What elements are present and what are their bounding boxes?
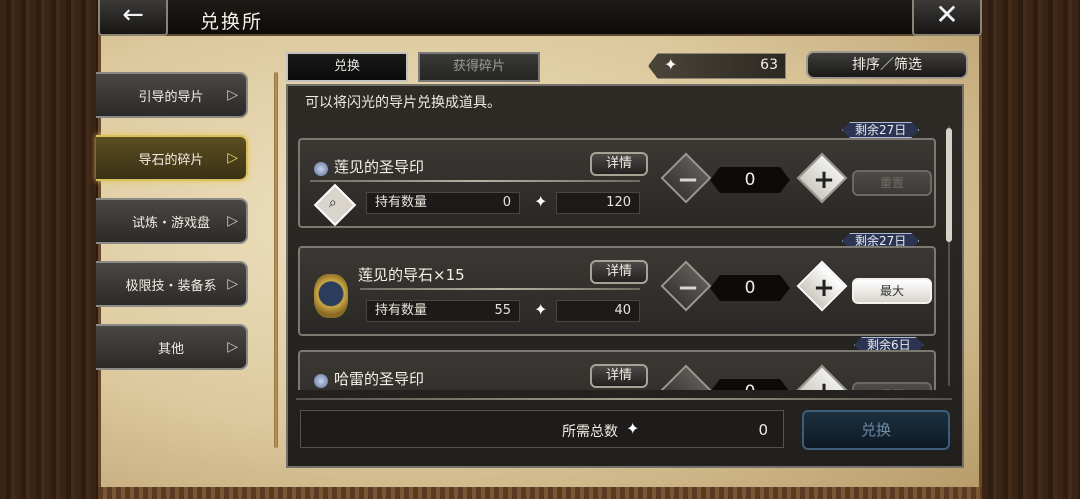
increase-button[interactable]: + bbox=[796, 260, 848, 312]
total-label: 所需总数 bbox=[562, 424, 618, 440]
sidebar-item-label: 极限技・装备系 bbox=[125, 278, 217, 294]
owned-label: 持有数量 bbox=[375, 195, 428, 210]
sidebar-item-label: 试炼・游戏盘 bbox=[131, 215, 210, 231]
left-wood-border bbox=[0, 0, 98, 499]
chevron-right-icon: ▷ bbox=[227, 213, 238, 229]
item-list: 剩余27日 莲见的圣导印 详情 ⌕ 持有数量 0 ✦ 120 − 0 + 重置 … bbox=[292, 116, 952, 390]
shard-icon: ✦ bbox=[626, 419, 640, 438]
chevron-right-icon: ▷ bbox=[227, 87, 238, 103]
exchange-button[interactable]: 兑换 bbox=[802, 410, 950, 450]
seal-icon bbox=[314, 162, 328, 176]
right-wood-border bbox=[982, 0, 1080, 499]
currency-value: 63 bbox=[760, 57, 778, 73]
guide-stone-icon bbox=[314, 274, 348, 318]
back-arrow-icon: ← bbox=[122, 0, 144, 30]
remaining-days-badge: 剩余27日 bbox=[842, 122, 919, 138]
minus-icon: − bbox=[677, 165, 699, 196]
sort-filter-button[interactable]: 排序／筛选 bbox=[806, 51, 968, 79]
back-button[interactable]: ← bbox=[98, 0, 168, 36]
page-title: 兑换所 bbox=[200, 11, 264, 33]
minus-icon: − bbox=[677, 377, 699, 390]
sidebar-item-stone-fragments[interactable]: 导石的碎片 ▷ bbox=[96, 135, 248, 181]
item-name: 莲见的导石×15 bbox=[358, 266, 465, 284]
close-icon: ✕ bbox=[935, 0, 959, 31]
sidebar-item-label: 引导的导片 bbox=[138, 89, 204, 105]
seal-icon bbox=[314, 374, 328, 388]
sidebar-item-trials-boards[interactable]: 试炼・游戏盘 ▷ bbox=[96, 198, 248, 244]
list-item: 莲见的圣导印 详情 ⌕ 持有数量 0 ✦ 120 − 0 + 重置 bbox=[298, 138, 936, 228]
shard-icon: ✦ bbox=[664, 55, 678, 74]
panel-description: 可以将闪光的导片兑换成道具。 bbox=[305, 95, 501, 111]
magnifier-icon[interactable]: ⌕ bbox=[313, 183, 357, 227]
quantity-value: 0 bbox=[710, 167, 790, 193]
owned-label: 持有数量 bbox=[375, 303, 428, 318]
tab-obtain-fragments[interactable]: 获得碎片 bbox=[418, 52, 540, 82]
minus-icon: − bbox=[677, 273, 699, 304]
quantity-value: 0 bbox=[710, 275, 790, 301]
sidebar-item-label: 导石的碎片 bbox=[138, 152, 204, 168]
owned-count-box: 持有数量 0 bbox=[366, 192, 520, 214]
close-button[interactable]: ✕ bbox=[912, 0, 982, 36]
reset-button[interactable]: 重置 bbox=[852, 170, 932, 196]
shard-icon: ✦ bbox=[534, 300, 548, 319]
list-item: 哈雷的圣导印 详情 − 0 + 重置 bbox=[298, 350, 936, 390]
detail-button[interactable]: 详情 bbox=[590, 152, 648, 176]
cost-value: 120 bbox=[606, 195, 631, 210]
item-divider bbox=[310, 180, 640, 182]
item-name: 哈雷的圣导印 bbox=[334, 370, 425, 388]
rope-divider bbox=[274, 72, 278, 448]
plus-icon: + bbox=[813, 273, 835, 304]
list-item: 莲见的导石×15 详情 持有数量 55 ✦ 40 − 0 + 最大 bbox=[298, 246, 936, 336]
detail-button[interactable]: 详情 bbox=[590, 260, 648, 284]
owned-count-box: 持有数量 55 bbox=[366, 300, 520, 322]
plus-icon: + bbox=[813, 165, 835, 196]
total-bar bbox=[300, 410, 784, 448]
shard-icon: ✦ bbox=[534, 192, 548, 211]
plus-icon: + bbox=[813, 377, 835, 390]
bottom-frame bbox=[98, 487, 982, 499]
reset-button[interactable]: 重置 bbox=[852, 382, 932, 390]
sidebar-item-label: 其他 bbox=[157, 341, 184, 357]
chevron-right-icon: ▷ bbox=[227, 150, 238, 166]
decrease-button[interactable]: − bbox=[660, 364, 712, 390]
owned-value: 55 bbox=[494, 303, 511, 318]
detail-button[interactable]: 详情 bbox=[590, 364, 648, 388]
increase-button[interactable]: + bbox=[796, 152, 848, 204]
owned-value: 0 bbox=[502, 195, 511, 210]
cost-value: 40 bbox=[614, 303, 631, 318]
sidebar-item-guide-shards[interactable]: 引导的导片 ▷ bbox=[96, 72, 248, 118]
cost-box: 120 bbox=[556, 192, 640, 214]
item-divider bbox=[360, 288, 640, 290]
decrease-button[interactable]: − bbox=[660, 260, 712, 312]
item-name: 莲见的圣导印 bbox=[334, 158, 425, 176]
tab-exchange[interactable]: 兑换 bbox=[286, 52, 408, 82]
chevron-right-icon: ▷ bbox=[227, 276, 238, 292]
list-divider bbox=[296, 398, 952, 400]
cost-box: 40 bbox=[556, 300, 640, 322]
max-button[interactable]: 最大 bbox=[852, 278, 932, 304]
quantity-value: 0 bbox=[710, 379, 790, 390]
chevron-right-icon: ▷ bbox=[227, 339, 238, 355]
decrease-button[interactable]: − bbox=[660, 152, 712, 204]
increase-button[interactable]: + bbox=[796, 364, 848, 390]
sidebar-item-other[interactable]: 其他 ▷ bbox=[96, 324, 248, 370]
total-value: 0 bbox=[758, 421, 768, 439]
sidebar-item-limit-equipment[interactable]: 极限技・装备系 ▷ bbox=[96, 261, 248, 307]
